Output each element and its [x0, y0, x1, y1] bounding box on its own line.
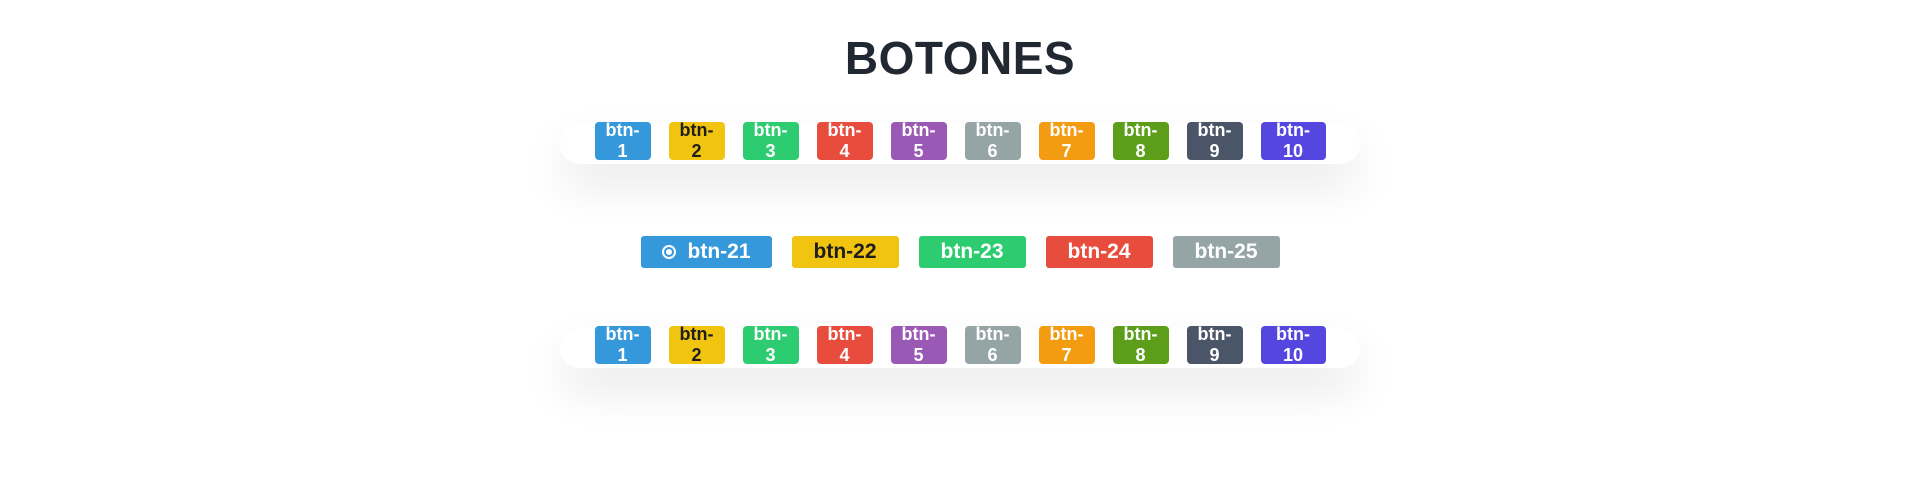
radio-icon [661, 245, 676, 259]
btn-25-button[interactable]: btn-25 [1172, 236, 1280, 268]
btn-23-button[interactable]: btn-23 [918, 236, 1026, 268]
btn-2-button[interactable]: btn-2 [668, 120, 725, 161]
btn-8-button[interactable]: btn-8 [1112, 324, 1169, 365]
btn-2-button[interactable]: btn-2 [668, 324, 725, 365]
btn-6-button[interactable]: btn-6 [964, 120, 1021, 161]
btn-1-button[interactable]: btn-1 [594, 324, 651, 365]
btn-4-button[interactable]: btn-4 [816, 120, 873, 161]
button-row-bottom: btn-1 btn-2 btn-3 btn-4 btn-5 btn-6 btn-… [0, 324, 1920, 365]
btn-8-button[interactable]: btn-8 [1112, 120, 1169, 161]
btn-3-button[interactable]: btn-3 [742, 120, 799, 161]
btn-4-button[interactable]: btn-4 [816, 324, 873, 365]
button-row-top: btn-1 btn-2 btn-3 btn-4 btn-5 btn-6 btn-… [0, 120, 1920, 161]
btn-22-button[interactable]: btn-22 [791, 236, 899, 268]
btn-9-button[interactable]: btn-9 [1186, 324, 1243, 365]
btn-9-button[interactable]: btn-9 [1186, 120, 1243, 161]
btn-10-button[interactable]: btn-10 [1260, 120, 1326, 161]
btn-6-button[interactable]: btn-6 [964, 324, 1021, 365]
btn-3-button[interactable]: btn-3 [742, 324, 799, 365]
btn-24-button[interactable]: btn-24 [1045, 236, 1153, 268]
btn-10-button[interactable]: btn-10 [1260, 324, 1326, 365]
btn-7-button[interactable]: btn-7 [1038, 324, 1095, 365]
btn-21-button[interactable]: btn-21 [640, 236, 772, 268]
page: BOTONES btn-1 btn-2 btn-3 btn-4 btn-5 bt… [0, 0, 1920, 487]
btn-5-button[interactable]: btn-5 [890, 324, 947, 365]
btn-7-button[interactable]: btn-7 [1038, 120, 1095, 161]
btn-5-button[interactable]: btn-5 [890, 120, 947, 161]
btn-1-button[interactable]: btn-1 [594, 120, 651, 161]
button-row-middle: btn-21 btn-22 btn-23 btn-24 btn-25 [0, 236, 1920, 268]
btn-21-label: btn-21 [687, 240, 751, 263]
page-title: BOTONES [844, 32, 1076, 84]
